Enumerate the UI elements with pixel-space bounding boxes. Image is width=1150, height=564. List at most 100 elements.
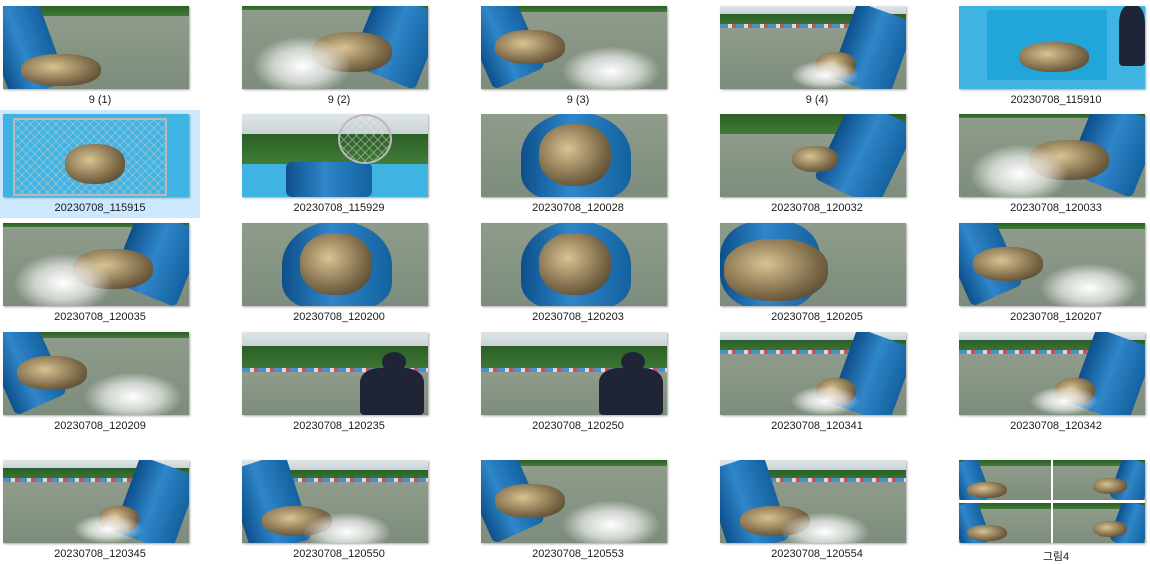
image-thumbnail[interactable] [720,6,906,89]
image-thumbnail[interactable] [481,332,667,415]
file-item[interactable]: 20230708_120200 [239,219,439,327]
water-splash [561,500,661,543]
landing-net [338,114,392,164]
collage-tile [959,503,1051,543]
water-splash [969,144,1069,197]
image-thumbnail[interactable] [720,460,906,543]
water-splash [1029,386,1099,415]
image-thumbnail[interactable] [481,460,667,543]
file-name-label: 20230708_120203 [532,311,624,323]
file-item[interactable]: 20230708_120553 [478,456,678,564]
file-item[interactable]: 20230708_120209 [0,328,200,436]
file-name-label: 20230708_120235 [293,420,385,432]
file-name-label: 20230708_120550 [293,548,385,560]
file-name-label: 20230708_120341 [771,420,863,432]
file-name-label: 20230708_115910 [1010,94,1102,106]
file-item[interactable]: 20230708_120345 [0,456,200,564]
sky [242,332,428,346]
water-splash [13,253,113,306]
image-thumbnail[interactable] [242,6,428,89]
file-name-label: 20230708_120033 [1010,202,1102,214]
file-name-label: 20230708_120553 [532,548,624,560]
file-name-label: 20230708_120028 [532,202,624,214]
file-name-label: 20230708_120250 [532,420,624,432]
carp-pile [1019,42,1089,72]
file-name-label: 20230708_120035 [54,311,146,323]
image-thumbnail[interactable] [481,6,667,89]
image-thumbnail[interactable] [242,460,428,543]
file-name-label: 20230708_120345 [54,548,146,560]
file-item[interactable]: 20230708_120203 [478,219,678,327]
carp-pile [1093,521,1127,537]
image-thumbnail[interactable] [3,460,189,543]
image-thumbnail[interactable] [3,332,189,415]
image-thumbnail[interactable] [3,114,189,197]
image-thumbnail[interactable] [959,223,1145,306]
image-thumbnail[interactable] [959,114,1145,197]
water-splash [790,60,860,89]
file-item[interactable]: 20230708_115910 [956,2,1150,110]
file-item[interactable]: 20230708_120250 [478,328,678,436]
image-thumbnail[interactable] [3,6,189,89]
file-item[interactable]: 20230708_120342 [956,328,1150,436]
image-thumbnail[interactable] [959,332,1145,415]
file-item[interactable]: 9 (1) [0,2,200,110]
file-name-label: 20230708_120342 [1010,420,1102,432]
file-name-label: 20230708_120032 [771,202,863,214]
carp-pile [967,525,1007,541]
tree-line [242,134,428,164]
carp-pile [792,146,838,172]
image-thumbnail[interactable] [481,114,667,197]
file-name-label: 20230708_120205 [771,311,863,323]
file-name-label: 20230708_120209 [54,420,146,432]
water-splash [561,46,661,89]
file-item[interactable]: 20230708_120554 [717,456,917,564]
file-item[interactable]: 20230708_120341 [717,328,917,436]
image-thumbnail[interactable] [959,6,1145,89]
image-thumbnail[interactable] [720,332,906,415]
collage-tile [1053,503,1145,543]
file-item[interactable]: 20230708_120207 [956,219,1150,327]
image-thumbnail[interactable] [720,223,906,306]
water-splash [1039,263,1139,306]
collage-tile [959,460,1051,500]
carp-pile [495,484,565,518]
file-item[interactable]: 9 (2) [239,2,439,110]
file-item[interactable]: 9 (4) [717,2,917,110]
file-item[interactable]: 20230708_115915 [0,110,200,218]
file-item[interactable]: 20230708_120550 [239,456,439,564]
file-item[interactable]: 그림4 [956,456,1150,564]
carp-pile [539,233,611,295]
file-item[interactable]: 20230708_120035 [0,219,200,327]
file-item[interactable]: 20230708_120033 [956,110,1150,218]
image-thumbnail[interactable] [959,460,1145,543]
file-name-label: 20230708_120554 [771,548,863,560]
image-thumbnail[interactable] [242,114,428,197]
carp-pile [300,233,372,295]
image-thumbnail[interactable] [242,223,428,306]
sky [242,114,428,134]
file-name-label: 20230708_120200 [293,311,385,323]
file-item[interactable]: 20230708_120032 [717,110,917,218]
file-name-label: 9 (3) [566,94,590,106]
file-name-label: 20230708_115915 [54,202,146,214]
carp-pile [17,356,87,390]
image-thumbnail[interactable] [481,223,667,306]
file-item[interactable]: 20230708_120205 [717,219,917,327]
carp-pile [539,124,611,186]
file-item[interactable]: 20230708_120235 [239,328,439,436]
angler [599,368,663,415]
image-thumbnail[interactable] [3,223,189,306]
carp-pile [973,247,1043,281]
file-name-label: 9 (4) [805,94,829,106]
file-grid: 9 (1) 9 (2) 9 (3) 9 (4) 20230708_115910 20230… [0,0,1150,564]
angler-head [382,352,406,372]
file-name-label: 9 (2) [327,94,351,106]
file-item[interactable]: 20230708_115929 [239,110,439,218]
blue-bucket [286,162,372,197]
image-thumbnail[interactable] [242,332,428,415]
file-item[interactable]: 20230708_120028 [478,110,678,218]
file-item[interactable]: 9 (3) [478,2,678,110]
image-thumbnail[interactable] [720,114,906,197]
water-splash [83,372,183,415]
